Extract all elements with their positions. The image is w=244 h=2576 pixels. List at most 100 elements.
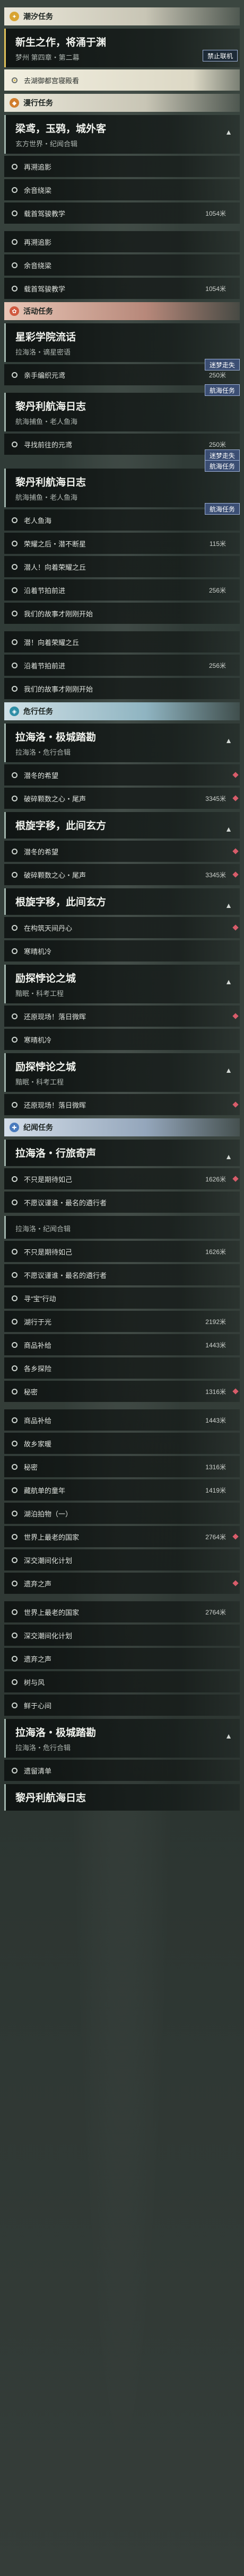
chevron-up-icon[interactable]: ▲ — [225, 736, 232, 745]
quest-subtitle: 拉海洛・危行合辑 — [15, 748, 71, 756]
quest-title: 根旋字移，此间玄方 — [15, 897, 107, 908]
quest-objective[interactable]: 湖行于光 2192米 — [4, 1311, 240, 1332]
quest-objective[interactable]: 载首驾骏教学 1054米 — [4, 278, 240, 299]
quest-card[interactable]: 梁鸢，玉鸦，城外客 玄方世界・纪闻合辑 ▲ — [4, 115, 240, 154]
quest-objective[interactable]: 去湖御都宫寝殿看 — [4, 69, 240, 91]
quest-objective[interactable]: 载首驾骏教学 1054米 — [4, 202, 240, 224]
quest-objective[interactable]: 世界上最老的国家 2764米 — [4, 1526, 240, 1547]
quest-objective[interactable]: 寒晴机冷 — [4, 940, 240, 961]
quest-objective[interactable]: 树与风 — [4, 1671, 240, 1692]
chevron-up-icon[interactable]: ▲ — [225, 901, 232, 910]
objective-ring-icon — [12, 1440, 18, 1446]
quest-objective[interactable]: 还原现场！落日微晖 — [4, 1094, 240, 1115]
quest-card[interactable]: 励探悖论之城 黯眠・科考工程 ▲ — [4, 965, 240, 1003]
quest-objective[interactable]: 潜冬的希望 — [4, 841, 240, 862]
quest-card[interactable]: 拉海洛・行旅奇声 ▲ — [4, 1140, 240, 1166]
section-label: 危行任务 — [23, 707, 53, 716]
section-danger-quests[interactable]: ◈ 危行任务 — [4, 702, 240, 720]
quest-objective[interactable]: 潜冬的希望 — [4, 764, 240, 786]
quest-card[interactable]: 星彩学院流话 拉海洛・谪星密语 — [4, 323, 240, 362]
quest-card[interactable]: 励探悖论之城 黯眠・科考工程 ▲ — [4, 1053, 240, 1092]
quest-objective[interactable]: 世界上最老的国家 2764米 — [4, 1601, 240, 1622]
section-chronicle-quests[interactable]: ✚ 纪闻任务 — [4, 1118, 240, 1136]
quest-objective[interactable]: 秘密 1316米 — [4, 1381, 240, 1402]
quest-objective[interactable]: 在构筑天间丹心 — [4, 917, 240, 938]
quest-card[interactable]: 根旋字移，此间玄方 ▲ — [4, 888, 240, 915]
quest-marker-icon — [232, 1388, 239, 1395]
quest-objective[interactable]: 寻“宝”行动 — [4, 1287, 240, 1309]
quest-objective[interactable]: 沿着节拍前进 256米 — [4, 579, 240, 601]
quest-objective[interactable]: 破碎颗数之心・尾声 3345米 — [4, 788, 240, 809]
quest-objective[interactable]: 遗留清单 — [4, 1760, 240, 1781]
quest-objective[interactable]: 潜人！向着荣耀之丘 — [4, 556, 240, 577]
quest-objective[interactable]: 老人鱼海 航海任务 — [4, 503, 240, 531]
quest-marker-icon — [232, 772, 239, 778]
quest-marker-icon — [232, 924, 239, 931]
section-roaming-quests[interactable]: ◆ 漫行任务 — [4, 94, 240, 112]
quest-title: 黎丹利航海日志 — [15, 401, 86, 412]
quest-objective[interactable]: 余音绕梁 — [4, 254, 240, 276]
quest-objective[interactable]: 沿着节拍前进 256米 — [4, 655, 240, 676]
quest-objective[interactable]: 荣耀之后・潜不断星 115米 — [4, 533, 240, 554]
quest-objective[interactable]: 故乡家暖 — [4, 1433, 240, 1454]
objective-ring-icon — [12, 639, 18, 645]
chevron-up-icon[interactable]: ▲ — [225, 825, 232, 833]
quest-objective[interactable]: 遗弃之声 — [4, 1648, 240, 1669]
quest-objective[interactable]: 破碎颗数之心・尾声 3345米 — [4, 864, 240, 885]
chevron-up-icon[interactable]: ▲ — [225, 1732, 232, 1740]
quest-objective[interactable]: 商品补给 1443米 — [4, 1334, 240, 1355]
chevron-up-icon[interactable]: ▲ — [225, 1066, 232, 1074]
section-tide-quests[interactable]: ✦ 潮汐任务 — [4, 7, 240, 25]
quest-card[interactable]: 根旋字移，此间玄方 ▲ — [4, 812, 240, 839]
quest-objective[interactable]: 深交潮间化计划 — [4, 1549, 240, 1571]
chevron-up-icon[interactable]: ▲ — [225, 1152, 232, 1161]
objective-ring-icon — [12, 517, 18, 523]
quest-card[interactable]: 航海任务 黎丹利航海日志 航海捕鱼・老人鱼海 — [4, 384, 240, 431]
quest-card[interactable]: 禁止联机 新生之作，将涌于渊 梦州 第四章・第二幕 — [4, 29, 240, 67]
quest-objective[interactable]: 鲜于心间 — [4, 1695, 240, 1716]
objective-ring-icon — [12, 871, 18, 878]
quest-subtitle: 航海捕鱼・老人鱼海 — [15, 493, 78, 501]
quest-objective[interactable]: 潜！向着荣耀之丘 — [4, 631, 240, 652]
quest-objective[interactable]: 不愿议谨谁・最名的遴行者 — [4, 1264, 240, 1285]
quest-card[interactable]: 拉海洛・纪闻合辑 — [4, 1216, 240, 1239]
quest-card[interactable]: 黎丹利航海日志 — [4, 1784, 240, 1811]
quest-objective[interactable]: 再溯追影 — [4, 156, 240, 177]
quest-subtitle: 黯眠・科考工程 — [15, 990, 64, 998]
danger-badge-icon: ◈ — [10, 707, 19, 716]
quest-objective[interactable]: 不只是期待如己 1626米 — [4, 1241, 240, 1262]
objective-ring-icon — [12, 1510, 18, 1516]
quest-objective[interactable]: 余音绕梁 — [4, 179, 240, 200]
quest-objective[interactable]: 遗弃之声 — [4, 1573, 240, 1594]
chevron-up-icon[interactable]: ▲ — [225, 128, 232, 136]
quest-card[interactable]: 拉海洛・极城踏勘 拉海洛・危行合辑 ▲ — [4, 1719, 240, 1758]
objective-ring-icon — [12, 1101, 18, 1108]
chevron-up-icon[interactable]: ▲ — [225, 977, 232, 986]
quest-objective[interactable]: 还原现场！落日微晖 — [4, 1005, 240, 1027]
objective-ring-icon — [12, 372, 18, 378]
quest-objective[interactable]: 寻找前往的元鸢 250米 迷梦走失 — [4, 434, 240, 461]
quest-marker-icon — [232, 1176, 239, 1182]
objective-ring-icon — [12, 210, 18, 216]
section-event-quests[interactable]: ✿ 活动任务 — [4, 302, 240, 320]
objective-ring-icon — [12, 772, 18, 778]
quest-objective[interactable]: 不只是期待如己 1626米 — [4, 1168, 240, 1189]
quest-card[interactable]: 航海任务 黎丹利航海日志 航海捕鱼・老人鱼海 — [4, 460, 240, 507]
objective-ring-icon — [12, 685, 18, 692]
quest-objective[interactable]: 我们的故事才刚刚开始 — [4, 603, 240, 624]
quest-objective[interactable]: 藏航单的童年 1419米 — [4, 1479, 240, 1501]
quest-objective[interactable]: 亲手编织元鸢 250米 迷梦走失 — [4, 359, 240, 385]
quest-objective[interactable]: 寒晴机冷 — [4, 1029, 240, 1050]
quest-objective[interactable]: 秘密 1316米 — [4, 1456, 240, 1477]
quest-card[interactable]: 拉海洛・极城踏勘 拉海洛・危行合辑 ▲ — [4, 724, 240, 762]
objective-ring-icon — [12, 540, 18, 546]
quest-objective[interactable]: 湖泊拍物（一） — [4, 1503, 240, 1524]
quest-objective[interactable]: 各乡探险 — [4, 1357, 240, 1379]
quest-objective[interactable]: 再溯追影 — [4, 231, 240, 252]
quest-title: 根旋字移，此间玄方 — [15, 821, 107, 832]
quest-objective[interactable]: 商品补给 1443米 — [4, 1409, 240, 1431]
quest-objective[interactable]: 不愿议谨谁・最名的遴行者 — [4, 1192, 240, 1213]
tide-badge-icon: ✦ — [10, 12, 19, 21]
quest-objective[interactable]: 我们的故事才刚刚开始 — [4, 678, 240, 699]
quest-objective[interactable]: 深交潮间化计划 — [4, 1625, 240, 1646]
